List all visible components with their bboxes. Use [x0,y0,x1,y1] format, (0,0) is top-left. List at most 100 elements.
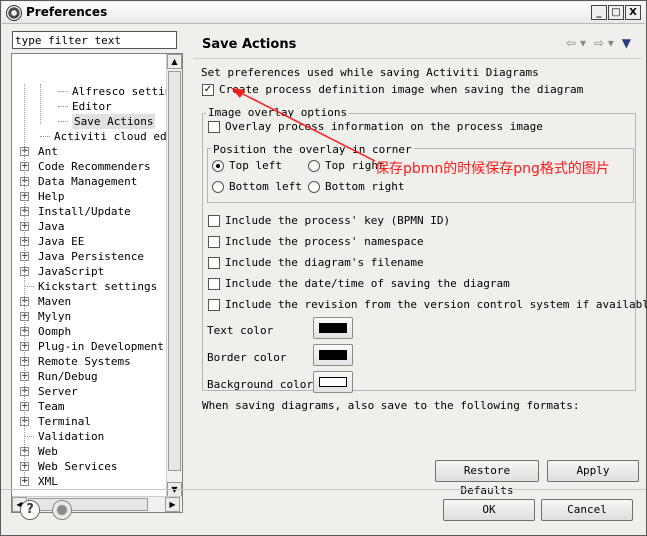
tree-item[interactable]: + Remote Systems [12,354,166,369]
tree-item[interactable]: Kickstart settings [12,279,166,294]
border-color-swatch [319,350,347,360]
text-color-label: Text color [207,324,274,337]
tree-item[interactable]: + Java EE [12,234,166,249]
include-key-checkbox[interactable] [208,215,220,227]
tree-item[interactable]: + Web [12,444,166,459]
dialog-separator [1,489,646,490]
forward-arrow-icon[interactable]: ⇨ [594,36,604,50]
tree-item-label: Maven [38,295,72,308]
tree-item[interactable]: + XML [12,474,166,489]
tree-item[interactable]: + Help [12,189,166,204]
tree-item-label: Help [38,190,65,203]
tree-item[interactable]: + Plug-in Development [12,339,166,354]
back-arrow-icon[interactable]: ⇦ [566,36,576,50]
tree-connector [24,286,34,287]
tree-item[interactable]: + Ant [12,144,166,159]
tree-item-label: Install/Update [38,205,131,218]
tree-root-line [24,84,25,479]
tree-item[interactable]: + Terminal [12,414,166,429]
view-menu-icon[interactable]: ▼ [622,36,631,50]
tree-item-label: Java Persistence [38,250,144,263]
tree-item[interactable]: Alfresco settings [12,84,182,99]
tree-item-label: XML [38,475,58,488]
tree-item-label: Java EE [38,235,85,248]
tree-item-label: Validation [38,430,105,443]
tree-item[interactable]: + JavaScript [12,264,166,279]
include-filename-checkbox[interactable] [208,257,220,269]
tree-item[interactable]: + Maven [12,294,166,309]
help-icon[interactable]: ? [20,500,40,520]
include-datetime-checkbox[interactable] [208,278,220,290]
tree-item[interactable]: + Data Management [12,174,166,189]
cancel-button[interactable]: Cancel [541,499,633,521]
tree-item-label: Java [38,220,65,233]
ok-button[interactable]: OK [443,499,535,521]
tree-item-label: Terminal [38,415,91,428]
tree-connector [58,106,68,107]
close-button[interactable]: X [625,5,641,20]
vertical-scroll-thumb[interactable] [168,71,181,471]
tree-item[interactable]: Editor [12,99,166,114]
scroll-up-button[interactable]: ▲ [167,54,182,69]
tree-item-label: Remote Systems [38,355,131,368]
eclipse-app-icon [6,5,22,21]
tree-item-label: Ant [38,145,58,158]
import-export-icon[interactable] [52,500,72,520]
background-color-button[interactable] [313,371,353,393]
include-namespace-checkbox[interactable] [208,236,220,248]
preference-tree: Alfresco settings Editor Save Actions Activ… [11,53,183,513]
tree-item[interactable]: + Code Recommenders [12,159,166,174]
window-title: Preferences [26,5,108,19]
tree-item-label: Editor [72,100,112,113]
tree-item-label: Plug-in Development [38,340,164,353]
tree-item[interactable]: + Run/Debug [12,369,166,384]
tree-item-label: Data Management [38,175,138,188]
tree-item-label: Mylyn [38,310,72,323]
tree-item[interactable]: + Web Services [12,459,166,474]
tree-connector [58,121,68,122]
tree-item[interactable]: + Server [12,384,166,399]
tree-connector [40,136,50,137]
border-color-label: Border color [207,351,287,364]
forward-dropdown-icon[interactable]: ▾ [608,36,614,50]
tree-item[interactable]: + Mylyn [12,309,166,324]
back-dropdown-icon[interactable]: ▾ [580,36,586,50]
include-revision-label: Include the revision from the version co… [225,298,647,311]
tree-item-label: Oomph [38,325,72,338]
horizontal-scroll-thumb[interactable] [28,498,148,511]
tree-item-label: Web Services [38,460,118,473]
text-color-swatch [319,323,347,333]
tree-item-label: Run/Debug [38,370,98,383]
restore-defaults-button[interactable]: Restore Defaults [435,460,539,497]
annotation-arrow [231,88,376,162]
tree-item[interactable]: + Oomph [12,324,166,339]
tree-item[interactable]: Activiti cloud editor [12,129,182,144]
maximize-button[interactable]: □ [608,5,624,20]
border-color-button[interactable] [313,344,353,366]
tree-item-label: Activiti cloud editor [54,130,183,143]
tree-item[interactable]: Validation [12,429,166,444]
tree-item[interactable]: + Install/Update [12,204,166,219]
tree-item[interactable]: Save Actions [12,114,166,129]
preference-page: Save Actions ⇦ ▾ ⇨ ▾ ▼ Set preferences use… [193,28,647,497]
preference-tree-pane: Alfresco settingsEditorSave ActionsActiv… [6,28,183,513]
include-revision-checkbox[interactable] [208,299,220,311]
tree-item-label: Team [38,400,65,413]
tree-item-label: Save Actions [72,114,156,129]
tree-vertical-scrollbar[interactable]: ▲ ▼ [166,54,182,497]
apply-button[interactable]: Apply [547,460,639,482]
preferences-window: Preferences _ □ X Alfresco settingsEdito… [0,0,647,536]
background-color-label: Background color [207,378,313,391]
filter-input[interactable] [12,31,177,49]
tree-item-label: Server [38,385,78,398]
tree-item[interactable]: + Team [12,399,166,414]
text-color-button[interactable] [313,317,353,339]
formats-label: When saving diagrams, also save to the f… [202,399,580,412]
tree-connector [58,91,68,92]
scroll-right-button[interactable]: ▶ [165,497,180,512]
tree-child-line [40,84,41,124]
tree-item[interactable]: + Java Persistence [12,249,166,264]
page-navigation: ⇦ ▾ ⇨ ▾ ▼ [562,36,631,50]
tree-item[interactable]: + Java [12,219,166,234]
minimize-button[interactable]: _ [591,5,607,20]
